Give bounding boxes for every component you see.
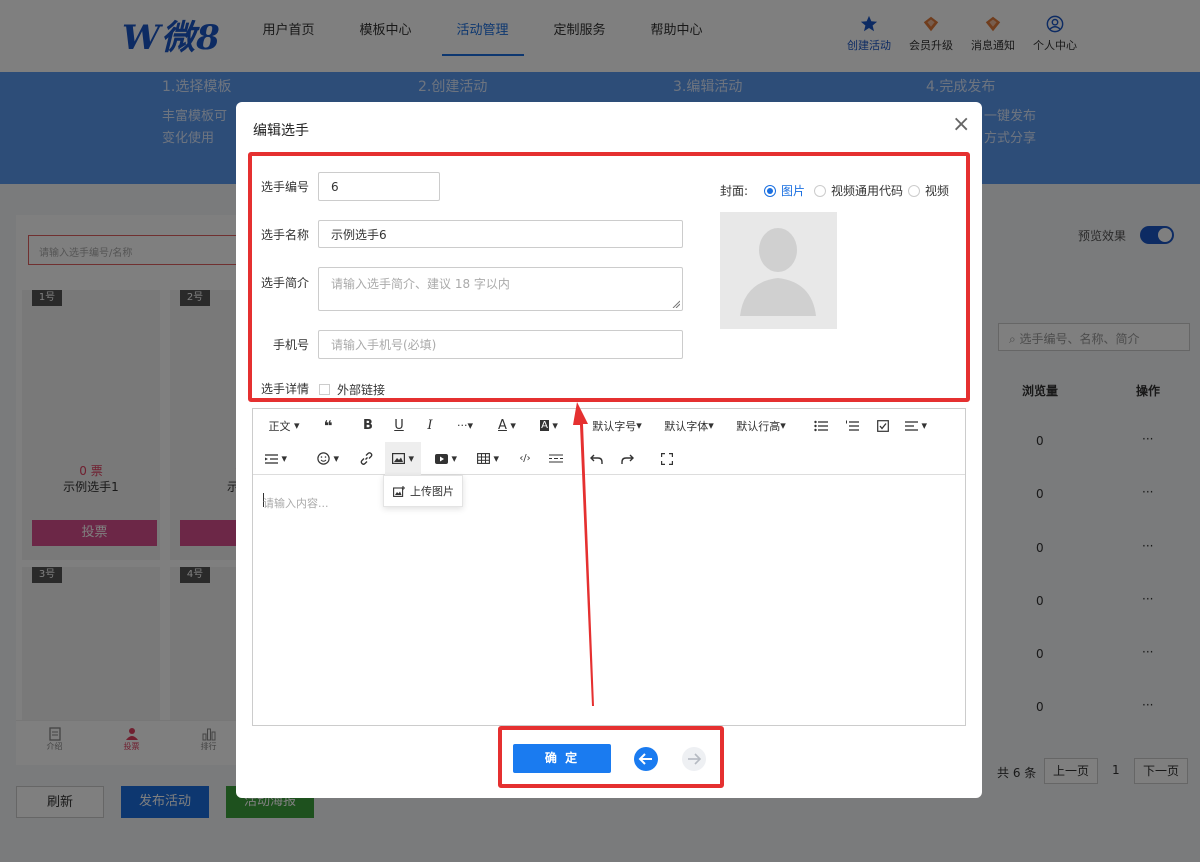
bullet-list-icon[interactable] (809, 409, 833, 442)
highlight-frame-actions (498, 726, 724, 788)
upload-image-label: 上传图片 (410, 485, 454, 498)
undo-icon[interactable] (584, 442, 608, 475)
checklist-icon[interactable] (871, 409, 895, 442)
image-button[interactable]: ▾ (385, 442, 421, 475)
font-size-label: 默认字号 (592, 419, 637, 433)
table-icon (477, 453, 490, 464)
numbered-list-icon[interactable] (840, 409, 864, 442)
editor-content-area[interactable]: 请输入内容... (263, 495, 329, 511)
link-icon[interactable] (354, 442, 378, 475)
paragraph-style-select[interactable]: 正文 ▾ (261, 409, 307, 442)
editor-toolbar-row-2: ▾ ▾ ▾ ▾ ▾ ‹/› (253, 442, 965, 475)
video-icon (434, 453, 448, 464)
font-family-select[interactable]: 默认字体 ▾ (659, 409, 719, 442)
close-icon[interactable]: × (952, 114, 970, 136)
emoji-button[interactable]: ▾ (313, 442, 343, 475)
divider-icon[interactable] (544, 442, 568, 475)
image-icon (391, 453, 405, 464)
font-color-icon: A (498, 418, 507, 433)
video-button[interactable]: ▾ (431, 442, 461, 475)
background-color-button[interactable]: A ▾ (535, 409, 563, 442)
fullscreen-icon[interactable] (655, 442, 679, 475)
indent-button[interactable]: ▾ (261, 442, 291, 475)
font-family-label: 默认字体 (664, 419, 709, 433)
underline-icon[interactable]: U (387, 409, 411, 442)
paragraph-style-label: 正文 (268, 419, 291, 433)
align-button[interactable]: ▾ (901, 409, 931, 442)
background-color-icon: A (540, 420, 549, 431)
highlight-frame-form (248, 152, 970, 402)
rich-text-editor: 正文 ▾ ❝ B U I ··· ▾ A ▾ A ▾ 默认字号 ▾ 默认字体 ▾ 默认… (252, 408, 966, 726)
editor-toolbar-row-1: 正文 ▾ ❝ B U I ··· ▾ A ▾ A ▾ 默认字号 ▾ 默认字体 ▾ 默认… (253, 409, 965, 442)
upload-image-menu-item[interactable]: 上传图片 (383, 475, 463, 507)
dialog-title: 编辑选手 (253, 123, 309, 139)
more-format-button[interactable]: ··· ▾ (451, 409, 479, 442)
code-icon[interactable]: ‹/› (513, 442, 537, 475)
italic-icon[interactable]: I (418, 409, 442, 442)
bold-icon[interactable]: B (356, 409, 380, 442)
more-format-label: ··· (456, 419, 468, 432)
font-size-select[interactable]: 默认字号 ▾ (587, 409, 647, 442)
line-height-select[interactable]: 默认行高 ▾ (731, 409, 791, 442)
edit-contestant-dialog: 编辑选手 × 选手编号 6 选手名称 示例选手6 选手简介 请输入选手简介、建议… (236, 102, 982, 798)
font-color-button[interactable]: A ▾ (493, 409, 521, 442)
blockquote-icon[interactable]: ❝ (315, 409, 341, 442)
line-height-label: 默认行高 (736, 419, 781, 433)
table-button[interactable]: ▾ (473, 442, 503, 475)
redo-icon[interactable] (615, 442, 639, 475)
upload-image-icon (393, 485, 405, 497)
